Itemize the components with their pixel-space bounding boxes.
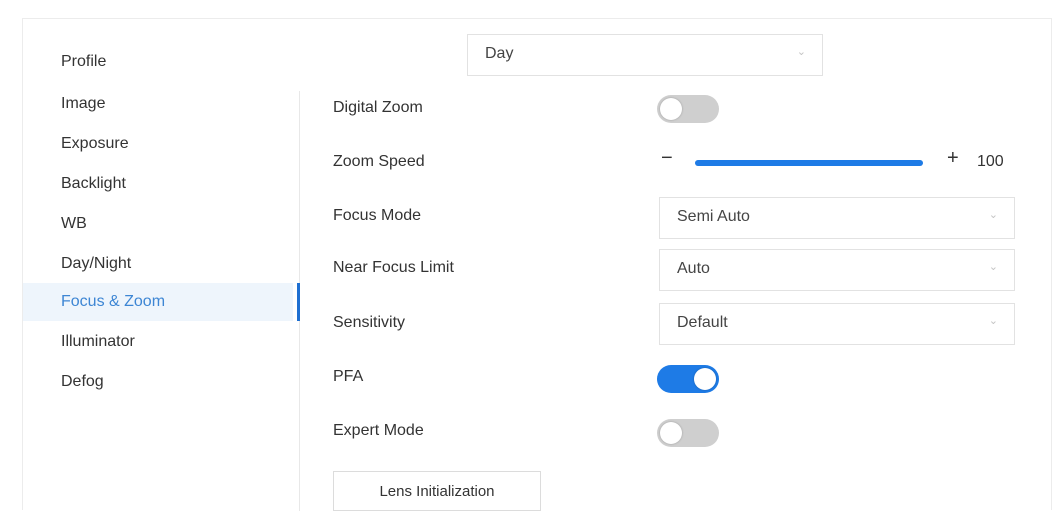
near-focus-limit-label: Near Focus Limit xyxy=(333,259,454,276)
zoom-speed-decrease-button[interactable]: − xyxy=(661,147,673,170)
settings-sidebar: Image Exposure Backlight WB Day/Night Fo… xyxy=(23,85,299,511)
sidebar-item-backlight[interactable]: Backlight xyxy=(23,165,293,203)
zoom-speed-increase-button[interactable]: + xyxy=(947,147,959,170)
lens-initialization-button[interactable]: Lens Initialization xyxy=(333,471,541,511)
profile-select-value: Day xyxy=(485,45,514,62)
expert-mode-label: Expert Mode xyxy=(333,422,424,439)
expert-mode-toggle[interactable] xyxy=(657,419,719,447)
profile-row: Profile Day ⌄ xyxy=(23,19,1051,91)
sensitivity-value: Default xyxy=(677,314,728,331)
focus-mode-select[interactable]: Semi Auto ⌄ xyxy=(659,197,1015,239)
sensitivity-label: Sensitivity xyxy=(333,314,406,331)
sidebar-item-focus-zoom[interactable]: Focus & Zoom xyxy=(23,283,293,321)
zoom-speed-slider[interactable] xyxy=(695,160,923,166)
digital-zoom-toggle[interactable] xyxy=(657,95,719,123)
toggle-knob xyxy=(694,368,716,390)
pfa-toggle[interactable] xyxy=(657,365,719,393)
near-focus-limit-value: Auto xyxy=(677,260,710,277)
digital-zoom-label: Digital Zoom xyxy=(333,99,423,116)
profile-label: Profile xyxy=(61,53,107,70)
zoom-speed-slider-fill xyxy=(695,160,923,166)
near-focus-limit-select[interactable]: Auto ⌄ xyxy=(659,249,1015,291)
sidebar-item-exposure[interactable]: Exposure xyxy=(23,125,293,163)
chevron-down-icon: ⌄ xyxy=(988,315,998,327)
sidebar-item-illuminator[interactable]: Illuminator xyxy=(23,323,293,361)
sidebar-item-day-night[interactable]: Day/Night xyxy=(23,245,293,283)
sidebar-item-defog[interactable]: Defog xyxy=(23,363,293,401)
active-item-indicator xyxy=(297,283,300,321)
focus-mode-value: Semi Auto xyxy=(677,208,750,225)
chevron-down-icon: ⌄ xyxy=(796,46,806,58)
toggle-knob xyxy=(660,422,682,444)
profile-select[interactable]: Day ⌄ xyxy=(467,34,823,76)
zoom-speed-label: Zoom Speed xyxy=(333,153,425,170)
pfa-label: PFA xyxy=(333,368,364,385)
chevron-down-icon: ⌄ xyxy=(988,261,998,273)
chevron-down-icon: ⌄ xyxy=(988,209,998,221)
focus-mode-label: Focus Mode xyxy=(333,207,422,224)
zoom-speed-value: 100 xyxy=(977,153,1004,170)
focus-zoom-settings-panel: Profile Day ⌄ Image Exposure Backlight W… xyxy=(22,18,1052,511)
sidebar-item-image[interactable]: Image xyxy=(23,85,293,123)
sidebar-item-wb[interactable]: WB xyxy=(23,205,293,243)
sensitivity-select[interactable]: Default ⌄ xyxy=(659,303,1015,345)
toggle-knob xyxy=(660,98,682,120)
